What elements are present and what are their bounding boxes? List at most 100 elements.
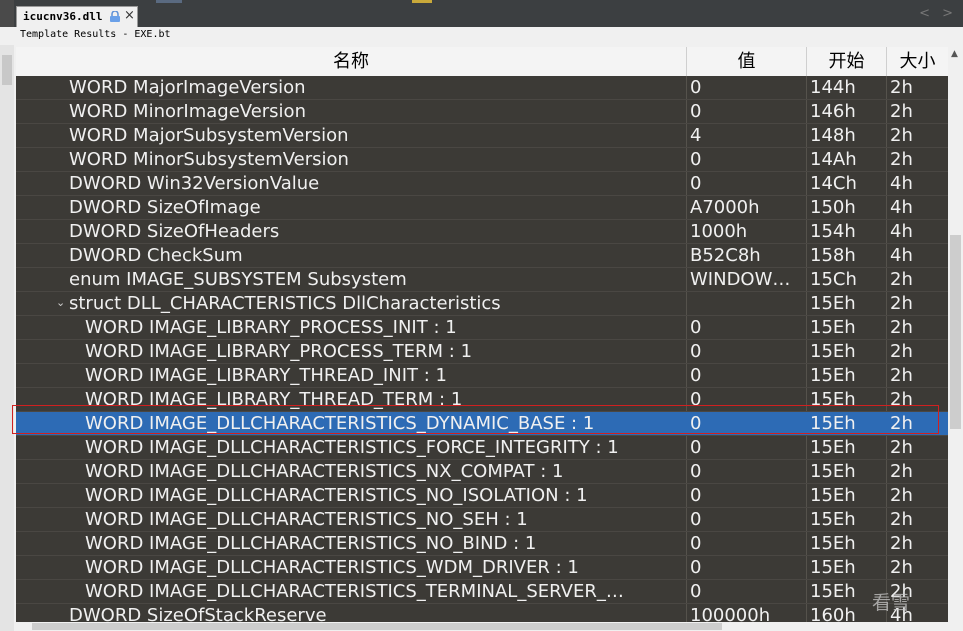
row-value: WINDOW… xyxy=(690,269,791,290)
table-row[interactable]: WORD MinorSubsystemVersion 0 14Ah 2h xyxy=(16,148,948,172)
column-header-size[interactable]: 大小 xyxy=(887,47,948,76)
row-name: WORD IMAGE_LIBRARY_PROCESS_INIT : 1 xyxy=(85,317,457,338)
row-name: enum IMAGE_SUBSYSTEM Subsystem xyxy=(69,269,407,290)
row-name: WORD MinorSubsystemVersion xyxy=(69,149,349,170)
vertical-scrollbar[interactable]: ▲ xyxy=(948,47,963,623)
row-size: 2h xyxy=(890,317,913,338)
row-value: 0 xyxy=(690,485,702,506)
horizontal-scrollbar[interactable] xyxy=(16,622,948,631)
table-row[interactable]: WORD IMAGE_DLLCHARACTERISTICS_NX_COMPAT … xyxy=(16,460,948,484)
row-size: 2h xyxy=(890,77,913,98)
row-name: DWORD SizeOfImage xyxy=(69,197,261,218)
row-start: 14Ch xyxy=(810,173,857,194)
row-name: WORD MinorImageVersion xyxy=(69,101,306,122)
row-start: 15Ch xyxy=(810,269,857,290)
table-row[interactable]: DWORD CheckSum B52C8h 158h 4h xyxy=(16,244,948,268)
table-row[interactable]: WORD IMAGE_DLLCHARACTERISTICS_NO_SEH : 1… xyxy=(16,508,948,532)
row-start: 15Eh xyxy=(810,437,856,458)
row-value: 100000h xyxy=(690,605,771,623)
table-row[interactable]: WORD IMAGE_DLLCHARACTERISTICS_FORCE_INTE… xyxy=(16,436,948,460)
tab-bar-gutter xyxy=(0,0,14,27)
horizontal-scroll-thumb[interactable] xyxy=(32,623,722,630)
row-size: 2h xyxy=(890,557,913,578)
table-row[interactable]: DWORD SizeOfStackReserve 100000h 160h 4h xyxy=(16,604,948,623)
row-start: 148h xyxy=(810,125,856,146)
row-start: 146h xyxy=(810,101,856,122)
table-row[interactable]: DWORD SizeOfImage A7000h 150h 4h xyxy=(16,196,948,220)
row-start: 15Eh xyxy=(810,341,856,362)
row-value: 1000h xyxy=(690,221,748,242)
row-size: 2h xyxy=(890,485,913,506)
row-name: WORD IMAGE_DLLCHARACTERISTICS_WDM_DRIVER… xyxy=(85,557,579,578)
row-name: WORD IMAGE_DLLCHARACTERISTICS_NO_BIND : … xyxy=(85,533,537,554)
results-grid: WORD MajorImageVersion 0 144h 2h WORD MinorI… xyxy=(16,76,948,623)
table-row[interactable]: WORD IMAGE_LIBRARY_PROCESS_INIT : 1 0 15Eh… xyxy=(16,316,948,340)
row-size: 2h xyxy=(890,365,913,386)
table-row[interactable]: WORD MajorImageVersion 0 144h 2h xyxy=(16,76,948,100)
left-scroll-strip xyxy=(0,45,14,631)
table-row[interactable]: WORD IMAGE_LIBRARY_PROCESS_TERM : 1 0 15Eh… xyxy=(16,340,948,364)
table-row[interactable]: WORD MajorSubsystemVersion 4 148h 2h xyxy=(16,124,948,148)
chevron-down-icon[interactable]: ⌄ xyxy=(56,296,65,309)
toolbar-fragment xyxy=(156,0,182,3)
table-row[interactable]: WORD IMAGE_DLLCHARACTERISTICS_NO_ISOLATI… xyxy=(16,484,948,508)
row-size: 2h xyxy=(890,341,913,362)
row-name: WORD IMAGE_DLLCHARACTERISTICS_FORCE_INTE… xyxy=(85,437,619,458)
row-value: 0 xyxy=(690,173,702,194)
close-tab-button[interactable]: × xyxy=(124,8,135,23)
file-tab[interactable]: icucnv36.dll × xyxy=(16,6,138,27)
row-size: 2h xyxy=(890,149,913,170)
row-start: 15Eh xyxy=(810,461,856,482)
table-row[interactable]: WORD MinorImageVersion 0 146h 2h xyxy=(16,100,948,124)
tab-scroll-arrows[interactable]: < > xyxy=(919,6,957,21)
row-name: WORD IMAGE_DLLCHARACTERISTICS_NO_ISOLATI… xyxy=(85,485,588,506)
row-size: 4h xyxy=(890,173,913,194)
table-row[interactable]: DWORD Win32VersionValue 0 14Ch 4h xyxy=(16,172,948,196)
row-size: 4h xyxy=(890,197,913,218)
row-value: 0 xyxy=(690,557,702,578)
row-start: 154h xyxy=(810,221,856,242)
row-size: 2h xyxy=(890,293,913,314)
left-scroll-thumb[interactable] xyxy=(2,55,12,85)
row-start: 15Eh xyxy=(810,365,856,386)
table-row[interactable]: WORD IMAGE_DLLCHARACTERISTICS_WDM_DRIVER… xyxy=(16,556,948,580)
row-name: WORD IMAGE_DLLCHARACTERISTICS_TERMINAL_S… xyxy=(85,581,624,602)
row-start: 15Eh xyxy=(810,293,856,314)
row-value: 0 xyxy=(690,461,702,482)
vertical-scroll-thumb[interactable] xyxy=(950,235,961,429)
table-row[interactable]: enum IMAGE_SUBSYSTEM Subsystem WINDOW… 15C… xyxy=(16,268,948,292)
row-name: WORD IMAGE_LIBRARY_THREAD_INIT : 1 xyxy=(85,365,447,386)
row-value: 0 xyxy=(690,149,702,170)
row-name: WORD IMAGE_LIBRARY_PROCESS_TERM : 1 xyxy=(85,341,473,362)
row-value: 0 xyxy=(690,509,702,530)
row-start: 15Eh xyxy=(810,317,856,338)
table-row[interactable]: WORD IMAGE_DLLCHARACTERISTICS_TERMINAL_S… xyxy=(16,580,948,604)
row-value: 0 xyxy=(690,581,702,602)
row-start: 150h xyxy=(810,197,856,218)
table-row[interactable]: struct DLL_CHARACTERISTICS DllCharacteri… xyxy=(16,292,948,316)
scroll-up-icon[interactable]: ▲ xyxy=(951,49,958,59)
row-value: 0 xyxy=(690,365,702,386)
toolbar-fragment xyxy=(412,0,432,3)
table-row[interactable]: WORD IMAGE_LIBRARY_THREAD_INIT : 1 0 15Eh 2… xyxy=(16,364,948,388)
row-size: 4h xyxy=(890,245,913,266)
row-value: 0 xyxy=(690,101,702,122)
row-value: 0 xyxy=(690,317,702,338)
row-size: 2h xyxy=(890,461,913,482)
table-row[interactable]: DWORD SizeOfHeaders 1000h 154h 4h xyxy=(16,220,948,244)
row-name: DWORD SizeOfHeaders xyxy=(69,221,280,242)
row-size: 2h xyxy=(890,533,913,554)
column-header-name[interactable]: 名称 xyxy=(16,47,687,76)
row-name: WORD IMAGE_DLLCHARACTERISTICS_NO_SEH : 1 xyxy=(85,509,528,530)
table-row[interactable]: WORD IMAGE_DLLCHARACTERISTICS_NO_BIND : … xyxy=(16,532,948,556)
row-start: 14Ah xyxy=(810,149,857,170)
row-size: 2h xyxy=(890,269,913,290)
row-start: 15Eh xyxy=(810,485,856,506)
row-size: 2h xyxy=(890,437,913,458)
row-start: 15Eh xyxy=(810,533,856,554)
column-header-value[interactable]: 值 xyxy=(687,47,807,76)
file-tab-label: icucnv36.dll xyxy=(23,10,103,23)
lock-icon xyxy=(110,11,120,22)
column-header-start[interactable]: 开始 xyxy=(807,47,887,76)
row-value: 0 xyxy=(690,77,702,98)
